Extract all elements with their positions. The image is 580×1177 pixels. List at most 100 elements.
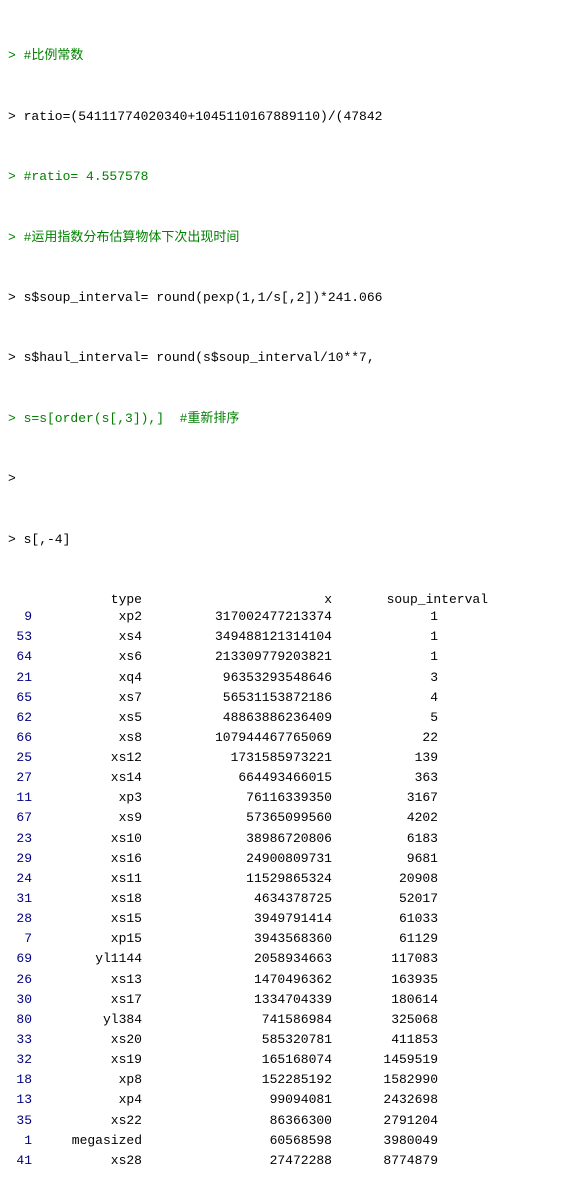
row-soup-19: 180614 (338, 990, 438, 1010)
row-type-16: xp15 (38, 929, 148, 949)
row-type-7: xs12 (38, 748, 148, 768)
table-row: 69 yl1144 2058934663 117083 (8, 949, 572, 969)
table-row: 24 xs11 11529865324 20908 (8, 869, 572, 889)
table-row: 62 xs5 48863886236409 5 (8, 708, 572, 728)
comment-1: > #比例常数 (8, 48, 83, 63)
table-row: 33 xs20 585320781 411853 (8, 1030, 572, 1050)
row-x-18: 1470496362 (148, 970, 338, 990)
row-soup-26: 3980049 (338, 1131, 438, 1151)
row-soup-9: 3167 (338, 788, 438, 808)
code-lines: > #比例常数 > ratio=(54111774020340+10451101… (8, 6, 572, 590)
row-index-8: 27 (8, 768, 38, 788)
row-type-4: xs7 (38, 688, 148, 708)
table-row: 30 xs17 1334704339 180614 (8, 990, 572, 1010)
row-soup-16: 61129 (338, 929, 438, 949)
row-index-5: 62 (8, 708, 38, 728)
row-x-3: 96353293548646 (148, 668, 338, 688)
table-row: 53 xs4 349488121314104 1 (8, 627, 572, 647)
row-index-23: 18 (8, 1070, 38, 1090)
console-output: > #比例常数 > ratio=(54111774020340+10451101… (0, 0, 580, 1177)
row-index-14: 31 (8, 889, 38, 909)
row-x-1: 349488121314104 (148, 627, 338, 647)
row-index-1: 53 (8, 627, 38, 647)
row-x-15: 3949791414 (148, 909, 338, 929)
row-x-6: 107944467765069 (148, 728, 338, 748)
row-index-22: 32 (8, 1050, 38, 1070)
table-row: 64 xs6 213309779203821 1 (8, 647, 572, 667)
table-row: 9 xp2 317002477213374 1 (8, 607, 572, 627)
row-soup-25: 2791204 (338, 1111, 438, 1131)
row-soup-20: 325068 (338, 1010, 438, 1030)
table-row: 35 xs22 86366300 2791204 (8, 1111, 572, 1131)
row-soup-24: 2432698 (338, 1090, 438, 1110)
row-x-23: 152285192 (148, 1070, 338, 1090)
table-row: 21 xq4 96353293548646 3 (8, 668, 572, 688)
row-x-4: 56531153872186 (148, 688, 338, 708)
row-soup-21: 411853 (338, 1030, 438, 1050)
row-type-10: xs9 (38, 808, 148, 828)
row-type-1: xs4 (38, 627, 148, 647)
table-row: 32 xs19 165168074 1459519 (8, 1050, 572, 1070)
row-index-21: 33 (8, 1030, 38, 1050)
row-index-4: 65 (8, 688, 38, 708)
header-soup-interval: soup_interval (338, 592, 488, 607)
row-type-22: xs19 (38, 1050, 148, 1070)
row-type-6: xs8 (38, 728, 148, 748)
line-2: > ratio=(54111774020340+1045110167889110… (8, 107, 572, 127)
row-index-13: 24 (8, 869, 38, 889)
row-x-21: 585320781 (148, 1030, 338, 1050)
row-soup-3: 3 (338, 668, 438, 688)
table-row: 28 xs15 3949791414 61033 (8, 909, 572, 929)
prompt-6: > s$haul_interval= round(s$soup_interval… (8, 350, 375, 365)
line-8: > (8, 469, 572, 489)
row-x-0: 317002477213374 (148, 607, 338, 627)
comment-3: > #ratio= 4.557578 (8, 169, 148, 184)
row-type-27: xs28 (38, 1151, 148, 1171)
row-soup-13: 20908 (338, 869, 438, 889)
table-row: 7 xp15 3943568360 61129 (8, 929, 572, 949)
row-x-13: 11529865324 (148, 869, 338, 889)
row-type-25: xs22 (38, 1111, 148, 1131)
line-3: > #ratio= 4.557578 (8, 167, 572, 187)
row-x-27: 27472288 (148, 1151, 338, 1171)
row-type-2: xs6 (38, 647, 148, 667)
header-index (8, 592, 38, 607)
row-soup-4: 4 (338, 688, 438, 708)
row-type-12: xs16 (38, 849, 148, 869)
row-index-9: 11 (8, 788, 38, 808)
row-soup-5: 5 (338, 708, 438, 728)
row-index-24: 13 (8, 1090, 38, 1110)
prompt-5: > s$soup_interval= round(pexp(1,1/s[,2])… (8, 290, 382, 305)
row-index-17: 69 (8, 949, 38, 969)
table-row: 65 xs7 56531153872186 4 (8, 688, 572, 708)
row-index-26: 1 (8, 1131, 38, 1151)
row-index-16: 7 (8, 929, 38, 949)
row-index-18: 26 (8, 970, 38, 990)
table-row: 27 xs14 664493466015 363 (8, 768, 572, 788)
line-5: > s$soup_interval= round(pexp(1,1/s[,2])… (8, 288, 572, 308)
empty-8: > (8, 471, 16, 486)
row-x-25: 86366300 (148, 1111, 338, 1131)
table-row: 66 xs8 107944467765069 22 (8, 728, 572, 748)
row-x-2: 213309779203821 (148, 647, 338, 667)
row-x-8: 664493466015 (148, 768, 338, 788)
table-row: 18 xp8 152285192 1582990 (8, 1070, 572, 1090)
row-type-24: xp4 (38, 1090, 148, 1110)
row-soup-8: 363 (338, 768, 438, 788)
row-type-14: xs18 (38, 889, 148, 909)
row-soup-22: 1459519 (338, 1050, 438, 1070)
row-x-19: 1334704339 (148, 990, 338, 1010)
row-index-10: 67 (8, 808, 38, 828)
header-type: type (38, 592, 148, 607)
row-soup-12: 9681 (338, 849, 438, 869)
table-row: 29 xs16 24900809731 9681 (8, 849, 572, 869)
row-type-20: yl384 (38, 1010, 148, 1030)
comment-4: > #运用指数分布估算物体下次出现时间 (8, 230, 239, 245)
table-row: 11 xp3 76116339350 3167 (8, 788, 572, 808)
header-x: x (148, 592, 338, 607)
data-table: type x soup_interval 9 xp2 3170024772133… (8, 592, 572, 1171)
table-row: 31 xs18 4634378725 52017 (8, 889, 572, 909)
row-type-21: xs20 (38, 1030, 148, 1050)
row-type-8: xs14 (38, 768, 148, 788)
row-x-14: 4634378725 (148, 889, 338, 909)
